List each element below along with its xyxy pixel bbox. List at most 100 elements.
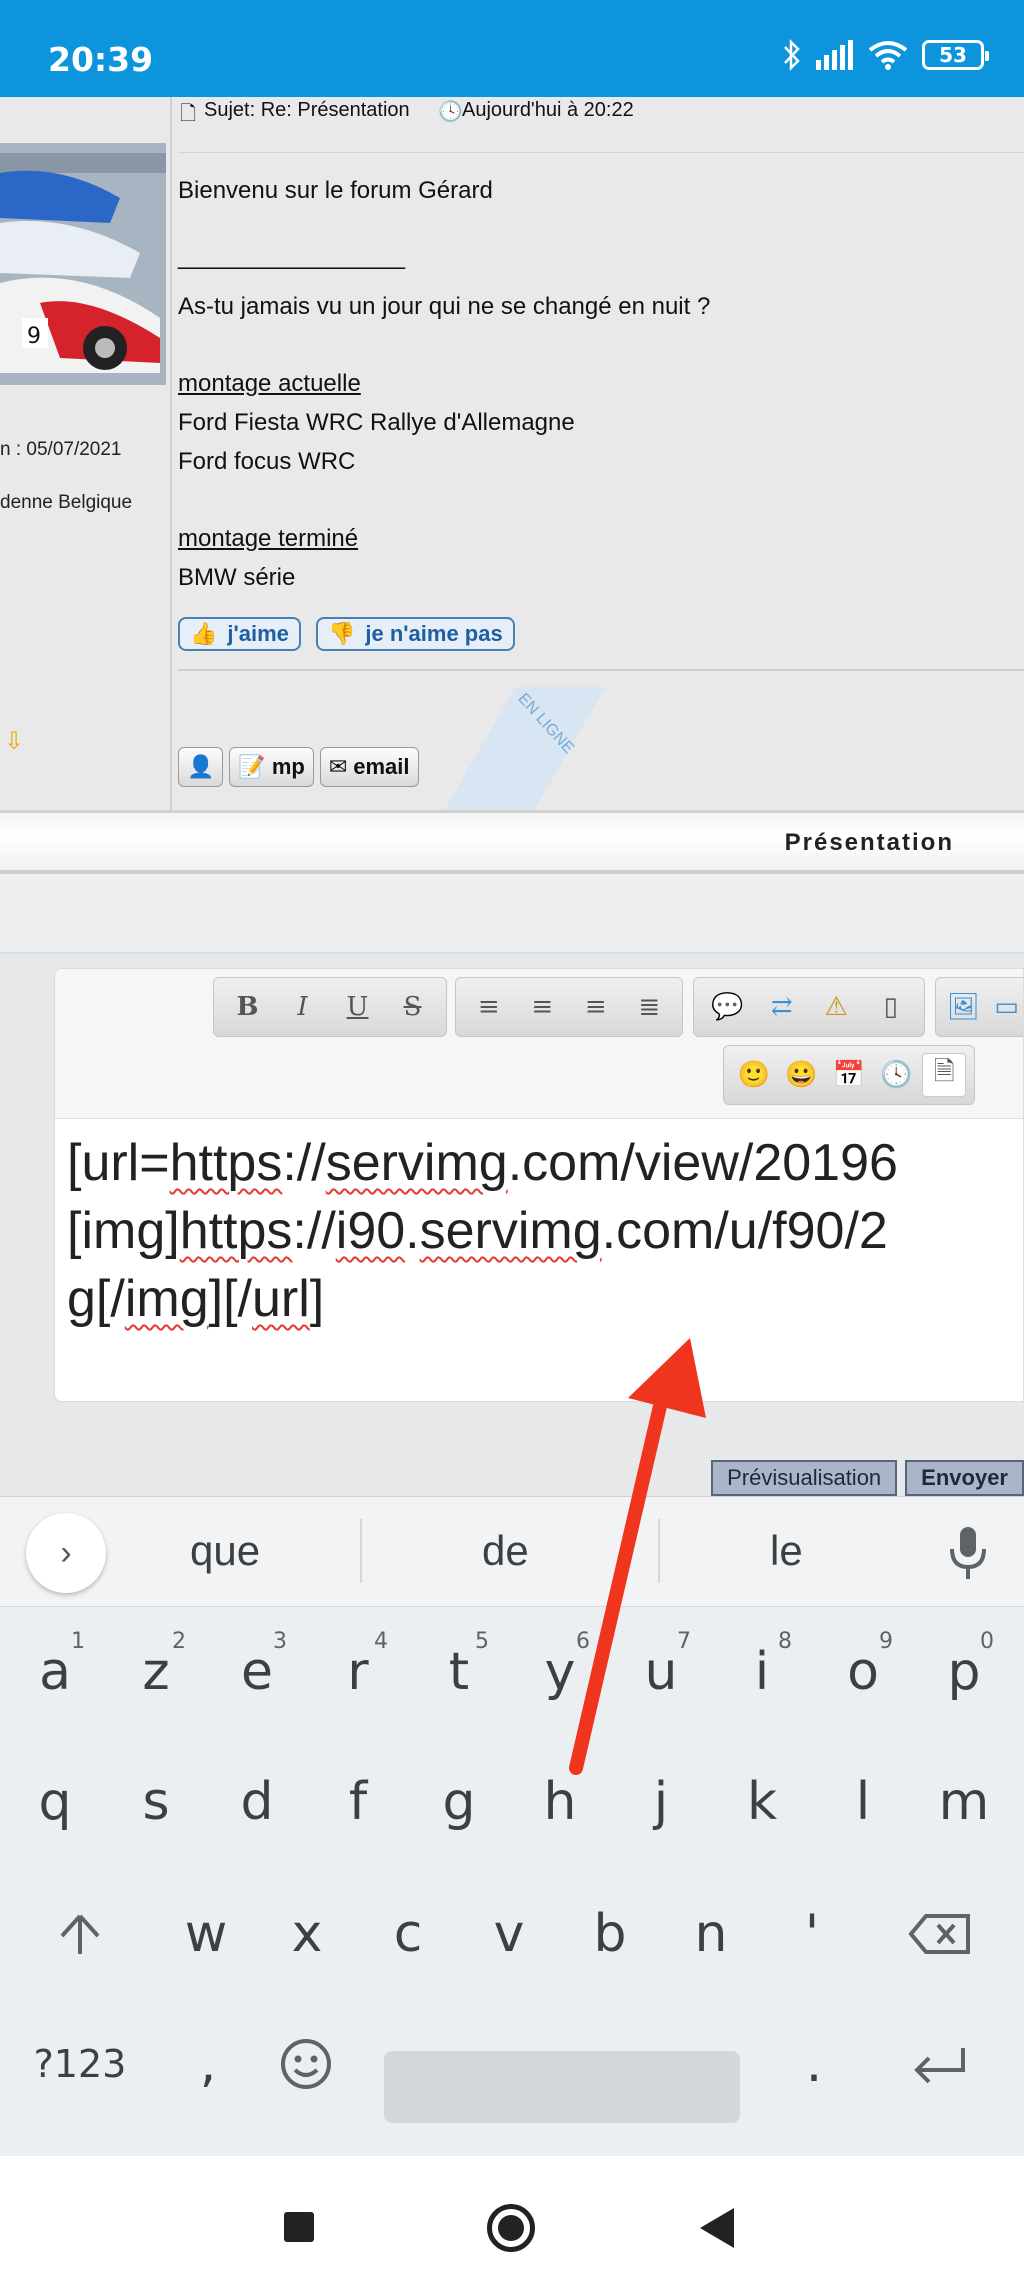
- key-g[interactable]: g: [409, 1747, 509, 1857]
- key-t[interactable]: t5: [409, 1617, 509, 1727]
- microphone-icon[interactable]: [948, 1525, 988, 1581]
- image-icon[interactable]: 🖼: [942, 985, 985, 1029]
- source-mode-icon[interactable]: 🗎: [922, 1053, 967, 1097]
- forum-post: 9 n : 05/07/2021 denne Belgique ⇩ 🗋 Suje…: [0, 97, 1024, 817]
- home-icon[interactable]: [487, 2204, 535, 2252]
- arrow-down-icon[interactable]: ⇩: [4, 727, 24, 756]
- clock-add-icon[interactable]: 🕓: [875, 1053, 919, 1097]
- text-segment: servimg: [325, 1134, 508, 1192]
- key-hint: 2: [172, 1629, 186, 1654]
- key-x[interactable]: x: [257, 1879, 357, 1989]
- dislike-button[interactable]: 👎 je n'aime pas: [316, 617, 515, 651]
- key-i[interactable]: i8: [712, 1617, 812, 1727]
- post-subject[interactable]: Sujet: Re: Présentation: [204, 99, 410, 122]
- key-comma[interactable]: ,: [158, 2009, 258, 2119]
- like-button[interactable]: 👍 j'aime: [178, 617, 301, 651]
- editor-textarea[interactable]: [url=https://servimg.com/view/20196 [img…: [67, 1129, 898, 1333]
- key-k[interactable]: k: [712, 1747, 812, 1857]
- suggestion[interactable]: le: [770, 1527, 803, 1575]
- mail-icon: ✉: [328, 754, 348, 779]
- align-justify-icon[interactable]: ≣: [627, 985, 671, 1029]
- like-label: j'aime: [227, 621, 289, 646]
- key-s[interactable]: s: [106, 1747, 206, 1857]
- key-p[interactable]: p0: [914, 1617, 1014, 1727]
- space-bar[interactable]: [384, 2051, 740, 2123]
- soft-keyboard: › que de le a1 z2 e3 r4 t5 y6 u7 i8 o9 p…: [0, 1496, 1024, 2156]
- code-icon[interactable]: ⇄: [760, 985, 804, 1029]
- hide-icon[interactable]: ▯: [869, 985, 913, 1029]
- smiley-icon[interactable]: 🙂: [732, 1053, 776, 1097]
- strike-button[interactable]: S: [391, 985, 435, 1029]
- back-icon[interactable]: [700, 2208, 734, 2248]
- avatar[interactable]: 9: [0, 143, 166, 385]
- key-f[interactable]: f: [308, 1747, 408, 1857]
- align-left-icon[interactable]: ≡: [467, 985, 511, 1029]
- extras-group: 🙂 😀 📅 🕓 🗎: [723, 1045, 975, 1105]
- key-m[interactable]: m: [914, 1747, 1014, 1857]
- thumbs-down-icon: 👎: [328, 621, 356, 646]
- key-a[interactable]: a1: [5, 1617, 105, 1727]
- key-period[interactable]: .: [764, 2009, 864, 2119]
- key-label: p: [947, 1642, 981, 1702]
- author-join-date: n : 05/07/2021: [0, 439, 122, 460]
- key-r[interactable]: r4: [308, 1617, 408, 1727]
- video-icon[interactable]: ▭: [985, 985, 1023, 1029]
- key-n[interactable]: n: [661, 1879, 761, 1989]
- key-hint: 8: [778, 1629, 792, 1654]
- enter-icon[interactable]: [890, 2009, 990, 2119]
- backspace-icon[interactable]: [890, 1879, 990, 1989]
- chevron-right-icon[interactable]: ›: [26, 1513, 106, 1593]
- key-h[interactable]: h: [510, 1747, 610, 1857]
- emoji-key-icon[interactable]: [256, 2009, 356, 2119]
- key-c[interactable]: c: [358, 1879, 458, 1989]
- profile-buttons: 👤 📝 mp ✉ email: [178, 747, 419, 787]
- key-q[interactable]: q: [5, 1747, 105, 1857]
- align-center-icon[interactable]: ≡: [520, 985, 564, 1029]
- send-button[interactable]: Envoyer: [905, 1460, 1024, 1496]
- key-e[interactable]: e3: [207, 1617, 307, 1727]
- key-j[interactable]: j: [611, 1747, 711, 1857]
- recents-icon[interactable]: [284, 2212, 314, 2242]
- bold-button[interactable]: B: [226, 985, 270, 1029]
- text-segment: i90: [335, 1202, 406, 1260]
- underline-button[interactable]: U: [336, 985, 380, 1029]
- calendar-icon[interactable]: 📅: [827, 1053, 871, 1097]
- keyboard-row-2: q s d f g h j k l m: [0, 1747, 1024, 1877]
- email-button[interactable]: ✉ email: [319, 747, 419, 787]
- bluetooth-icon: [784, 38, 800, 72]
- text-segment: img: [124, 1270, 209, 1328]
- shift-icon[interactable]: [30, 1879, 130, 1989]
- status-bar: 20:39 53: [0, 0, 1024, 97]
- key-apostrophe[interactable]: ': [762, 1879, 862, 1989]
- text-segment: [url=: [67, 1134, 170, 1192]
- suggestion-strip: › que de le: [0, 1497, 1024, 1607]
- signature-quote: As-tu jamais vu un jour qui ne se changé…: [178, 293, 711, 320]
- quote-icon[interactable]: 💬: [705, 985, 749, 1029]
- key-u[interactable]: u7: [611, 1617, 711, 1727]
- key-label: t: [448, 1642, 470, 1702]
- post-line: Bienvenu sur le forum Gérard: [178, 177, 493, 204]
- key-b[interactable]: b: [560, 1879, 660, 1989]
- key-l[interactable]: l: [813, 1747, 913, 1857]
- suggestion[interactable]: que: [190, 1527, 260, 1575]
- key-o[interactable]: o9: [813, 1617, 913, 1727]
- italic-button[interactable]: I: [281, 985, 325, 1029]
- align-right-icon[interactable]: ≡: [574, 985, 618, 1029]
- mp-button[interactable]: 📝 mp: [229, 747, 314, 787]
- spoiler-icon[interactable]: ⚠: [814, 985, 858, 1029]
- key-z[interactable]: z2: [106, 1617, 206, 1727]
- reply-editor[interactable]: B I U S ≡ ≡ ≡ ≣ 💬 ⇄ ⚠ ▯ 🖼 ▭ 🙂 😀 📅 🕓 🗎 [u…: [54, 968, 1024, 1402]
- suggestion[interactable]: de: [482, 1527, 529, 1575]
- text-segment: [img]: [67, 1202, 180, 1260]
- key-w[interactable]: w: [156, 1879, 256, 1989]
- key-d[interactable]: d: [207, 1747, 307, 1857]
- profile-button[interactable]: 👤: [178, 747, 224, 787]
- key-v[interactable]: v: [459, 1879, 559, 1989]
- key-y[interactable]: y6: [510, 1617, 610, 1727]
- emoji-icon[interactable]: 😀: [779, 1053, 823, 1097]
- profile-icon: 👤: [187, 754, 215, 779]
- symbols-key[interactable]: ?123: [30, 2009, 130, 2119]
- text-segment: ://: [292, 1202, 336, 1260]
- preview-button[interactable]: Prévisualisation: [711, 1460, 898, 1496]
- text-segment: g[/: [67, 1270, 125, 1328]
